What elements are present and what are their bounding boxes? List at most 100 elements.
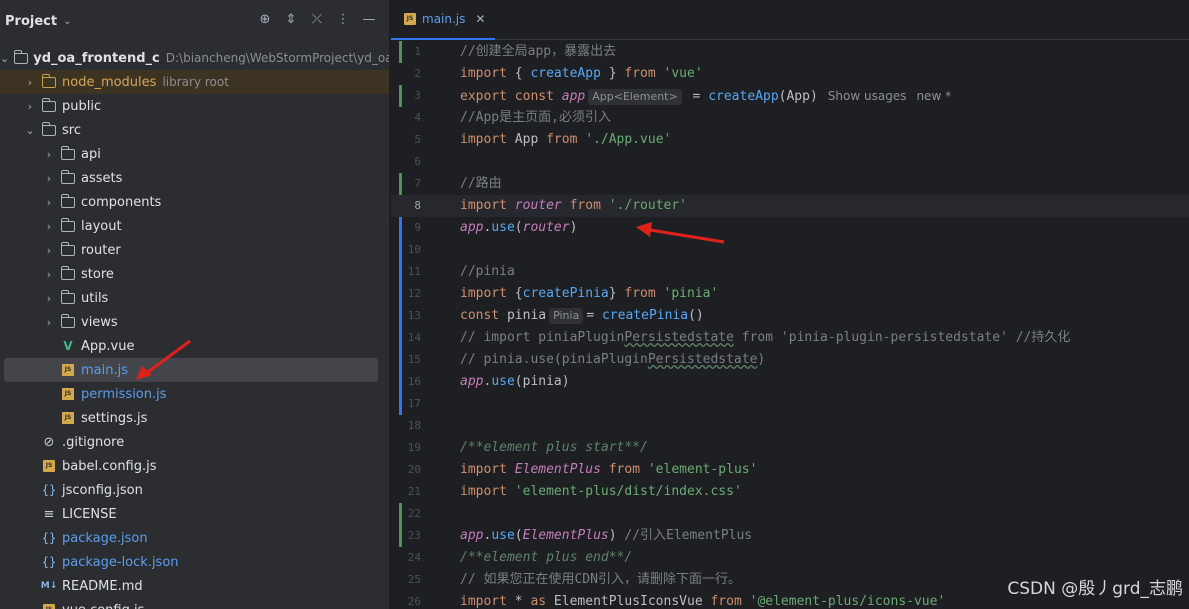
tree-item[interactable]: › api <box>0 142 389 166</box>
code-editor[interactable]: 1 //创建全局app，暴露出去 2 import { createApp } fro… <box>391 41 1189 609</box>
vcs-change-marker[interactable] <box>399 327 402 349</box>
chevron-right-icon[interactable]: › <box>43 220 55 233</box>
code-line[interactable]: 12 import {createPinia} from 'pinia' <box>391 283 1189 305</box>
tree-item[interactable]: JS babel.config.js <box>0 454 389 478</box>
tree-item[interactable]: ⌄ yd_oa_frontend_c D:\biancheng\WebStormPr… <box>0 46 389 70</box>
vcs-change-marker[interactable] <box>399 85 402 107</box>
vcs-change-marker[interactable] <box>399 173 402 195</box>
tree-item[interactable]: M↓ README.md <box>0 574 389 598</box>
chevron-right-icon[interactable]: › <box>24 76 36 89</box>
chevron-right-icon[interactable]: › <box>43 172 55 185</box>
license-file-icon: ≡ <box>43 506 55 522</box>
tree-item[interactable]: ≡ LICENSE <box>0 502 389 526</box>
line-number: 10 <box>407 243 421 256</box>
code-line[interactable]: 6 <box>391 151 1189 173</box>
vcs-change-marker[interactable] <box>399 261 402 283</box>
chevron-right-icon[interactable]: › <box>43 292 55 305</box>
tree-item[interactable]: {} jsconfig.json <box>0 478 389 502</box>
code-line[interactable]: 20 import ElementPlus from 'element-plus' <box>391 459 1189 481</box>
code-line[interactable]: 2 import { createApp } from 'vue' <box>391 63 1189 85</box>
tree-item-label: .gitignore <box>62 434 125 450</box>
chevron-right-icon[interactable]: › <box>43 244 55 257</box>
tree-item[interactable]: › views <box>0 310 389 334</box>
tree-item[interactable]: ⊘ .gitignore <box>0 430 389 454</box>
tree-item-label: README.md <box>62 578 143 594</box>
chevron-down-icon[interactable]: ⌄ <box>63 16 71 27</box>
code-line[interactable]: 11 //pinia <box>391 261 1189 283</box>
tree-item[interactable]: {} package.json <box>0 526 389 550</box>
vcs-change-marker[interactable] <box>399 349 402 371</box>
tree-item[interactable]: › store <box>0 262 389 286</box>
code-line[interactable]: 7 //路由 <box>391 173 1189 195</box>
tree-item-label: utils <box>81 290 109 306</box>
tree-item[interactable]: JS settings.js <box>0 406 389 430</box>
close-icon[interactable]: ✕ <box>475 12 485 26</box>
chevron-right-icon[interactable]: › <box>43 148 55 161</box>
code-line[interactable]: 17 <box>391 393 1189 415</box>
tree-item[interactable]: {} package-lock.json <box>0 550 389 574</box>
more-options-icon[interactable]: ⋮ <box>336 12 350 28</box>
vcs-change-marker[interactable] <box>399 503 402 525</box>
tree-item-label: jsconfig.json <box>62 482 143 498</box>
vcs-change-marker[interactable] <box>399 305 402 327</box>
code-line[interactable]: 10 <box>391 239 1189 261</box>
code-line[interactable]: 23 app.use(ElementPlus) //引入ElementPlus <box>391 525 1189 547</box>
code-line[interactable]: 1 //创建全局app，暴露出去 <box>391 41 1189 63</box>
project-panel-title[interactable]: Project <box>5 14 57 29</box>
tree-item[interactable]: › router <box>0 238 389 262</box>
vcs-change-marker[interactable] <box>399 393 402 415</box>
code-line[interactable]: 19 /**element plus start**/ <box>391 437 1189 459</box>
chevron-down-icon[interactable]: ⌄ <box>24 124 36 137</box>
project-panel-header: Project ⌄ ⊕ ⇕ ⤫ ⋮ — <box>0 0 389 42</box>
tree-item[interactable]: › assets <box>0 166 389 190</box>
code-line[interactable]: 13 const pinia Pinia = createPinia() <box>391 305 1189 327</box>
locate-icon[interactable]: ⊕ <box>258 12 272 28</box>
chevron-right-icon[interactable]: › <box>43 268 55 281</box>
vcs-change-marker[interactable] <box>399 371 402 393</box>
code-line[interactable]: 3 export const app App<Element> = createAp… <box>391 85 1189 107</box>
folder-icon <box>60 241 76 257</box>
collapse-all-icon[interactable]: ⤫ <box>310 12 324 28</box>
expand-all-icon[interactable]: ⇕ <box>284 12 298 28</box>
vcs-change-marker[interactable] <box>399 239 402 261</box>
code-line[interactable]: 22 <box>391 503 1189 525</box>
tree-item[interactable]: JS vue.config.js <box>0 598 389 609</box>
tree-item[interactable]: › layout <box>0 214 389 238</box>
code-text: import App from './App.vue' <box>460 132 672 147</box>
tree-item[interactable]: ⌄ src <box>0 118 389 142</box>
code-line[interactable]: 4 //App是主页面,必须引入 <box>391 107 1189 129</box>
code-line[interactable]: 5 import App from './App.vue' <box>391 129 1189 151</box>
code-line[interactable]: 18 <box>391 415 1189 437</box>
tree-item-label: App.vue <box>81 338 135 354</box>
code-line[interactable]: 24 /**element plus end**/ <box>391 547 1189 569</box>
vue-file-icon: V <box>63 339 73 353</box>
chevron-right-icon[interactable]: › <box>43 316 55 329</box>
chevron-down-icon[interactable]: ⌄ <box>0 52 9 65</box>
vcs-change-marker[interactable] <box>399 217 402 239</box>
line-number: 5 <box>414 133 421 146</box>
vcs-change-marker[interactable] <box>399 41 402 63</box>
minimize-icon[interactable]: — <box>362 12 376 28</box>
code-line[interactable]: 16 app.use(pinia) <box>391 371 1189 393</box>
line-number: 14 <box>407 331 421 344</box>
code-line[interactable]: 14 // import piniaPluginPersistedstate fr… <box>391 327 1189 349</box>
tree-item[interactable]: › utils <box>0 286 389 310</box>
code-line[interactable]: 9 app.use(router) <box>391 217 1189 239</box>
code-line[interactable]: 8 import router from './router' <box>391 195 1189 217</box>
chevron-right-icon[interactable]: › <box>24 100 36 113</box>
code-text: //pinia <box>460 264 515 279</box>
vcs-change-marker[interactable] <box>399 525 402 547</box>
tree-item[interactable]: JS permission.js <box>0 382 389 406</box>
line-number: 4 <box>414 111 421 124</box>
code-text: /**element plus start**/ <box>460 440 648 455</box>
vcs-change-marker[interactable] <box>399 283 402 305</box>
tree-item[interactable]: › public <box>0 94 389 118</box>
js-file-icon: JS <box>60 411 76 425</box>
code-line[interactable]: 21 import 'element-plus/dist/index.css' <box>391 481 1189 503</box>
tree-item[interactable]: › components <box>0 190 389 214</box>
line-number: 17 <box>407 397 421 410</box>
tab-main-js[interactable]: JS main.js ✕ <box>391 0 495 40</box>
code-line[interactable]: 15 // pinia.use(piniaPluginPersistedstate… <box>391 349 1189 371</box>
tree-item[interactable]: › node_modules library root <box>0 70 389 94</box>
chevron-right-icon[interactable]: › <box>43 196 55 209</box>
